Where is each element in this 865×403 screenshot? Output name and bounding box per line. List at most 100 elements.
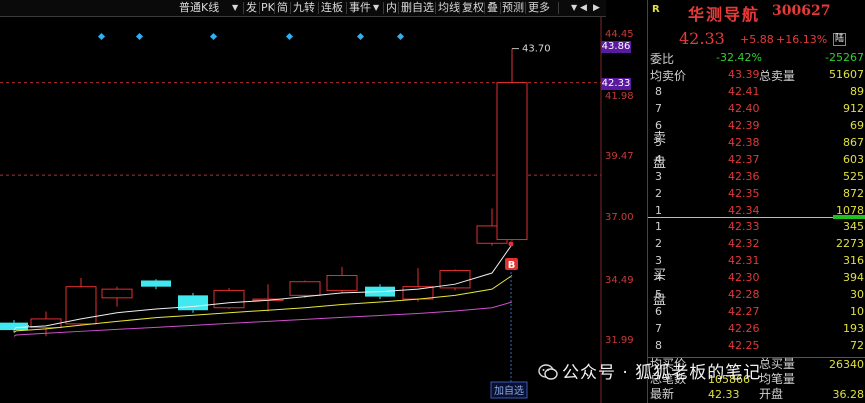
- toolbar-item[interactable]: 删自选: [401, 1, 434, 15]
- total-sell-label: 总卖量: [759, 69, 796, 83]
- sell-level: 3: [655, 170, 662, 183]
- sell-volume: 872: [843, 187, 864, 200]
- chevron-down-icon[interactable]: ▼: [373, 1, 379, 15]
- chart-toolbar: 普通K线发 PK 简九转 连板 事件内删自选 均线 复权叠预测 更多 ▼ ▼ ▼ ◀ ▶: [0, 0, 606, 17]
- event-diamond-icon: [285, 32, 294, 41]
- event-diamond-icon: [209, 32, 218, 41]
- sell-price: 42.36: [728, 170, 760, 183]
- toolbar-item[interactable]: 连板: [321, 1, 343, 15]
- toolbar-item[interactable]: 均线: [438, 1, 460, 15]
- toolbar-item[interactable]: 内: [386, 1, 397, 15]
- buy-level: 4: [655, 271, 662, 284]
- toolbar-item[interactable]: 简: [277, 1, 288, 15]
- candle-body: [402, 286, 434, 300]
- watermark-text: 公众号 · 狐狐老板的笔记: [562, 363, 762, 383]
- sell-volume: 69: [850, 119, 864, 132]
- logo-icon: R: [652, 4, 660, 15]
- chevron-down-icon[interactable]: ▼: [232, 1, 238, 15]
- wechat-icon: [538, 364, 558, 380]
- back-icon[interactable]: ◀: [580, 1, 587, 15]
- total-sell-value: 51607: [829, 68, 864, 81]
- buy-price: 42.28: [728, 288, 760, 301]
- avg-sell-label: 均卖价: [650, 69, 687, 83]
- toolbar-separator: [274, 2, 275, 14]
- stock-name: 华测导航: [688, 5, 761, 24]
- buy-price: 42.33: [728, 220, 760, 233]
- toolbar-separator: [459, 2, 460, 14]
- buy-price: 42.26: [728, 322, 760, 335]
- buy-volume: 72: [850, 339, 864, 352]
- add-watchlist-label[interactable]: 加自选: [494, 384, 524, 397]
- sell-row: 8 42.41 89: [648, 84, 865, 99]
- toolbar-separator: [435, 2, 436, 14]
- toolbar-item[interactable]: 叠: [487, 1, 498, 15]
- buy-level: 6: [655, 305, 662, 318]
- toolbar-separator: [500, 2, 501, 14]
- toolbar-separator: [398, 2, 399, 14]
- toolbar-item[interactable]: 事件: [349, 1, 371, 15]
- buy-price: 42.32: [728, 237, 760, 250]
- toolbar-item[interactable]: PK: [261, 1, 275, 15]
- quote-panel: R 华测导航 300627 42.33 +5.88 +16.13% 陆 委比 -…: [647, 0, 865, 403]
- sell-row: 7 42.40 912: [648, 101, 865, 116]
- summary-b: 42.33: [708, 388, 740, 401]
- sell-level: 8: [655, 85, 662, 98]
- chevron-down-icon[interactable]: ▼: [571, 1, 577, 15]
- toolbar-separator: [346, 2, 347, 14]
- toolbar-item[interactable]: 普通K线: [179, 1, 219, 15]
- toolbar-item[interactable]: 发: [246, 1, 257, 15]
- candle-body: [3, 325, 29, 327]
- buy-price: 42.27: [728, 305, 760, 318]
- sell-level: 1: [655, 204, 662, 217]
- candle-body: [289, 281, 321, 296]
- buy-volume: 30: [850, 288, 864, 301]
- buy-volume: 394: [843, 271, 864, 284]
- sell-row: 6 42.39 69: [648, 118, 865, 133]
- sell-price: 42.41: [728, 85, 760, 98]
- buy-level: 1: [655, 220, 662, 233]
- toolbar-separator: [243, 2, 244, 14]
- toolbar-item[interactable]: 九转: [293, 1, 315, 15]
- buy-level: 7: [655, 322, 662, 335]
- price-tag-high: 43.86: [601, 41, 631, 53]
- axis-tick-label: 34.49: [605, 275, 634, 286]
- price-change: +5.88: [740, 33, 774, 46]
- toolbar-item[interactable]: 预测: [502, 1, 524, 15]
- event-diamond-icon: [97, 32, 106, 41]
- event-diamond-icon: [135, 32, 144, 41]
- toolbar-separator: [259, 2, 260, 14]
- sell-price: 42.38: [728, 136, 760, 149]
- buy-row: 5 42.28 30: [648, 287, 865, 302]
- sell-row: 2 42.35 872: [648, 186, 865, 201]
- buy-level: 8: [655, 339, 662, 352]
- buy-level: 5: [655, 288, 662, 301]
- toolbar-separator: [318, 2, 319, 14]
- axis-tick-label: 41.98: [605, 91, 634, 102]
- candle-body: [213, 289, 245, 309]
- forward-icon[interactable]: ▶: [593, 1, 600, 15]
- stock-code: 300627: [772, 3, 831, 19]
- watermark: 公众号 · 狐狐老板的笔记: [538, 358, 838, 388]
- buy-row: 1 42.33 345: [648, 219, 865, 234]
- buy-volume: 316: [843, 254, 864, 267]
- buy-volume: 193: [843, 322, 864, 335]
- toolbar-item[interactable]: 更多: [528, 1, 550, 15]
- sell-price: 42.39: [728, 119, 760, 132]
- kline-chart[interactable]: 43.70 B 加自选: [0, 17, 647, 403]
- last-price: 42.33: [679, 29, 725, 48]
- buy-row: 4 42.30 394: [648, 270, 865, 285]
- sell-price: 42.34: [728, 204, 760, 217]
- candle-body: [65, 286, 97, 325]
- sell-volume: 89: [850, 85, 864, 98]
- signal-dot: [508, 241, 514, 247]
- sell-level: 6: [655, 119, 662, 132]
- toolbar-item[interactable]: 复权: [462, 1, 484, 15]
- toolbar-separator: [290, 2, 291, 14]
- toolbar-separator: [558, 2, 559, 14]
- toolbar-separator: [383, 2, 384, 14]
- buy-row: 6 42.27 10: [648, 304, 865, 319]
- sell-price: 42.37: [728, 153, 760, 166]
- sell-level: 7: [655, 102, 662, 115]
- sell-price: 42.35: [728, 187, 760, 200]
- buy-volume: 345: [843, 220, 864, 233]
